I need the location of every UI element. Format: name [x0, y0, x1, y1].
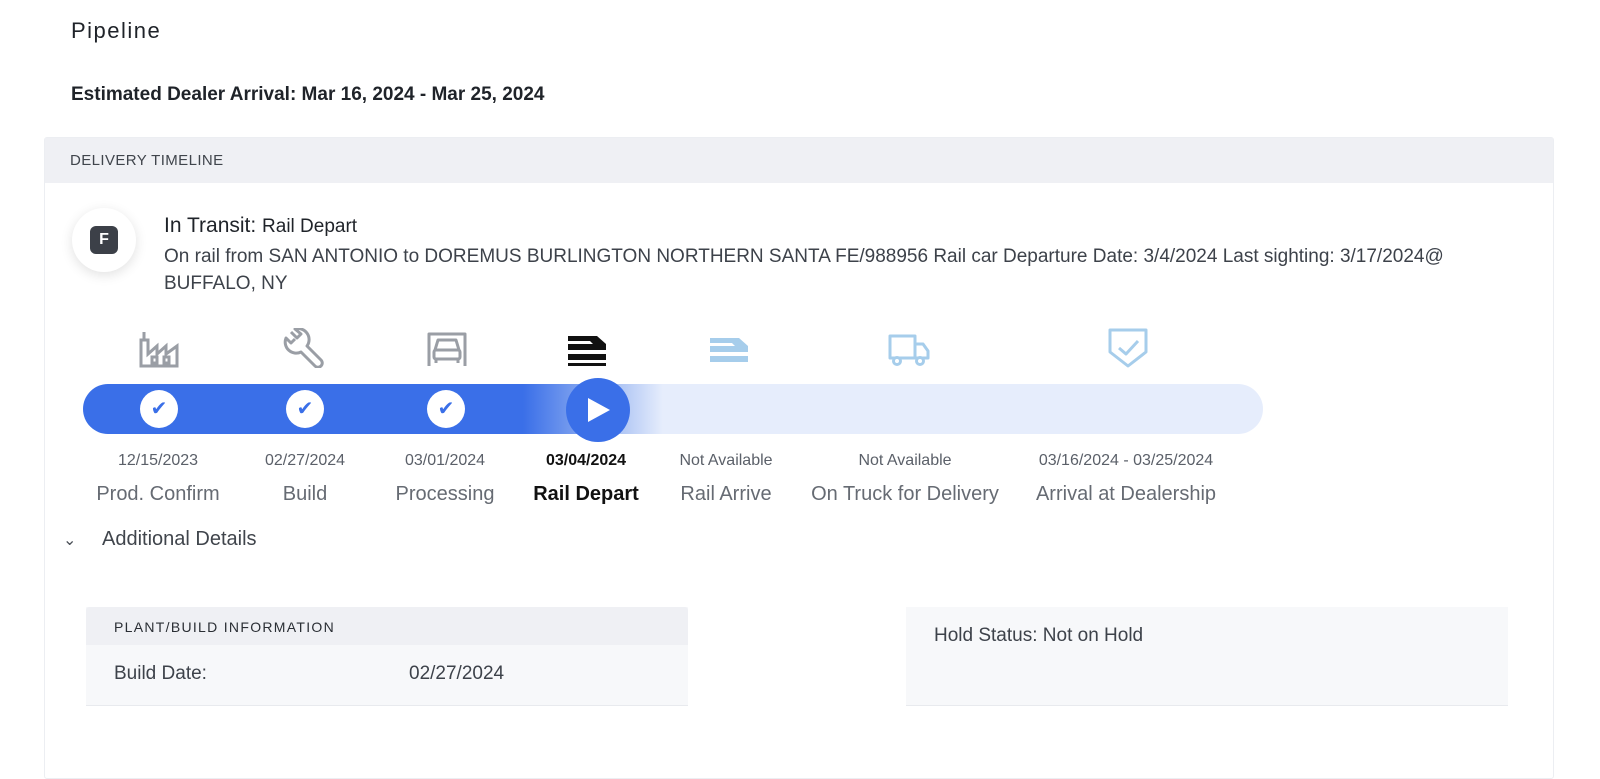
- plant-build-panel: PLANT/BUILD INFORMATION Build Date: 02/2…: [86, 607, 688, 706]
- rail-car-icon: [710, 338, 748, 362]
- wrench-icon: [283, 328, 324, 368]
- chevron-down-icon[interactable]: ⌄: [63, 530, 76, 550]
- card-header-label: DELIVERY TIMELINE: [70, 152, 224, 169]
- shield-check-icon: [1108, 328, 1148, 368]
- play-icon: [588, 398, 610, 422]
- card-header: DELIVERY TIMELINE: [45, 138, 1553, 183]
- plant-build-header: PLANT/BUILD INFORMATION: [86, 607, 688, 645]
- step-label[interactable]: Rail Arrive: [680, 483, 771, 506]
- build-date-value: 02/27/2024: [409, 663, 505, 684]
- step-date: 03/01/2024: [404, 452, 486, 469]
- step-date: 12/15/2023: [117, 452, 199, 469]
- status-main: In Transit:: [164, 214, 257, 237]
- delivery-timeline-card: DELIVERY TIMELINE F In Transit: Rail Dep…: [44, 137, 1554, 779]
- step-date: 03/16/2024 - 03/25/2024: [1038, 452, 1214, 469]
- step-label[interactable]: Arrival at Dealership: [1036, 483, 1216, 506]
- step-label[interactable]: Processing: [396, 483, 495, 506]
- hold-status-panel: Hold Status: Not on Hold: [906, 607, 1508, 706]
- vehicle-front-icon: [427, 332, 467, 366]
- step-date: Not Available: [858, 452, 952, 469]
- current-step-play-button[interactable]: [566, 378, 630, 442]
- status-avatar: F: [72, 208, 136, 272]
- step-label[interactable]: Build: [283, 483, 327, 506]
- status-description: On rail from SAN ANTONIO to DOREMUS BURL…: [164, 246, 1444, 294]
- step-label[interactable]: Prod. Confirm: [96, 483, 219, 506]
- step-label[interactable]: On Truck for Delivery: [811, 483, 999, 506]
- status-title: In Transit: Rail Depart: [164, 214, 357, 238]
- additional-details-toggle[interactable]: Additional Details: [102, 528, 257, 551]
- check-icon: ✔: [140, 390, 178, 428]
- factory-icon: [139, 332, 179, 368]
- truck-icon: [888, 334, 930, 366]
- rail-car-icon: [568, 336, 606, 366]
- build-date-label: Build Date:: [114, 663, 207, 684]
- step-date: Not Available: [679, 452, 773, 469]
- page-title: Pipeline: [71, 18, 162, 43]
- check-icon: ✔: [286, 390, 324, 428]
- plant-build-header-label: PLANT/BUILD INFORMATION: [114, 619, 335, 635]
- hold-status-text: Hold Status: Not on Hold: [934, 625, 1144, 646]
- step-date-current: 03/04/2024: [545, 452, 627, 469]
- step-label-current[interactable]: Rail Depart: [533, 483, 639, 506]
- check-icon: ✔: [427, 390, 465, 428]
- status-sub: Rail Depart: [262, 216, 358, 237]
- progress-track: [83, 384, 1263, 434]
- step-date: 02/27/2024: [264, 452, 346, 469]
- status-badge: F: [90, 226, 118, 254]
- estimated-arrival: Estimated Dealer Arrival: Mar 16, 2024 -…: [71, 84, 545, 105]
